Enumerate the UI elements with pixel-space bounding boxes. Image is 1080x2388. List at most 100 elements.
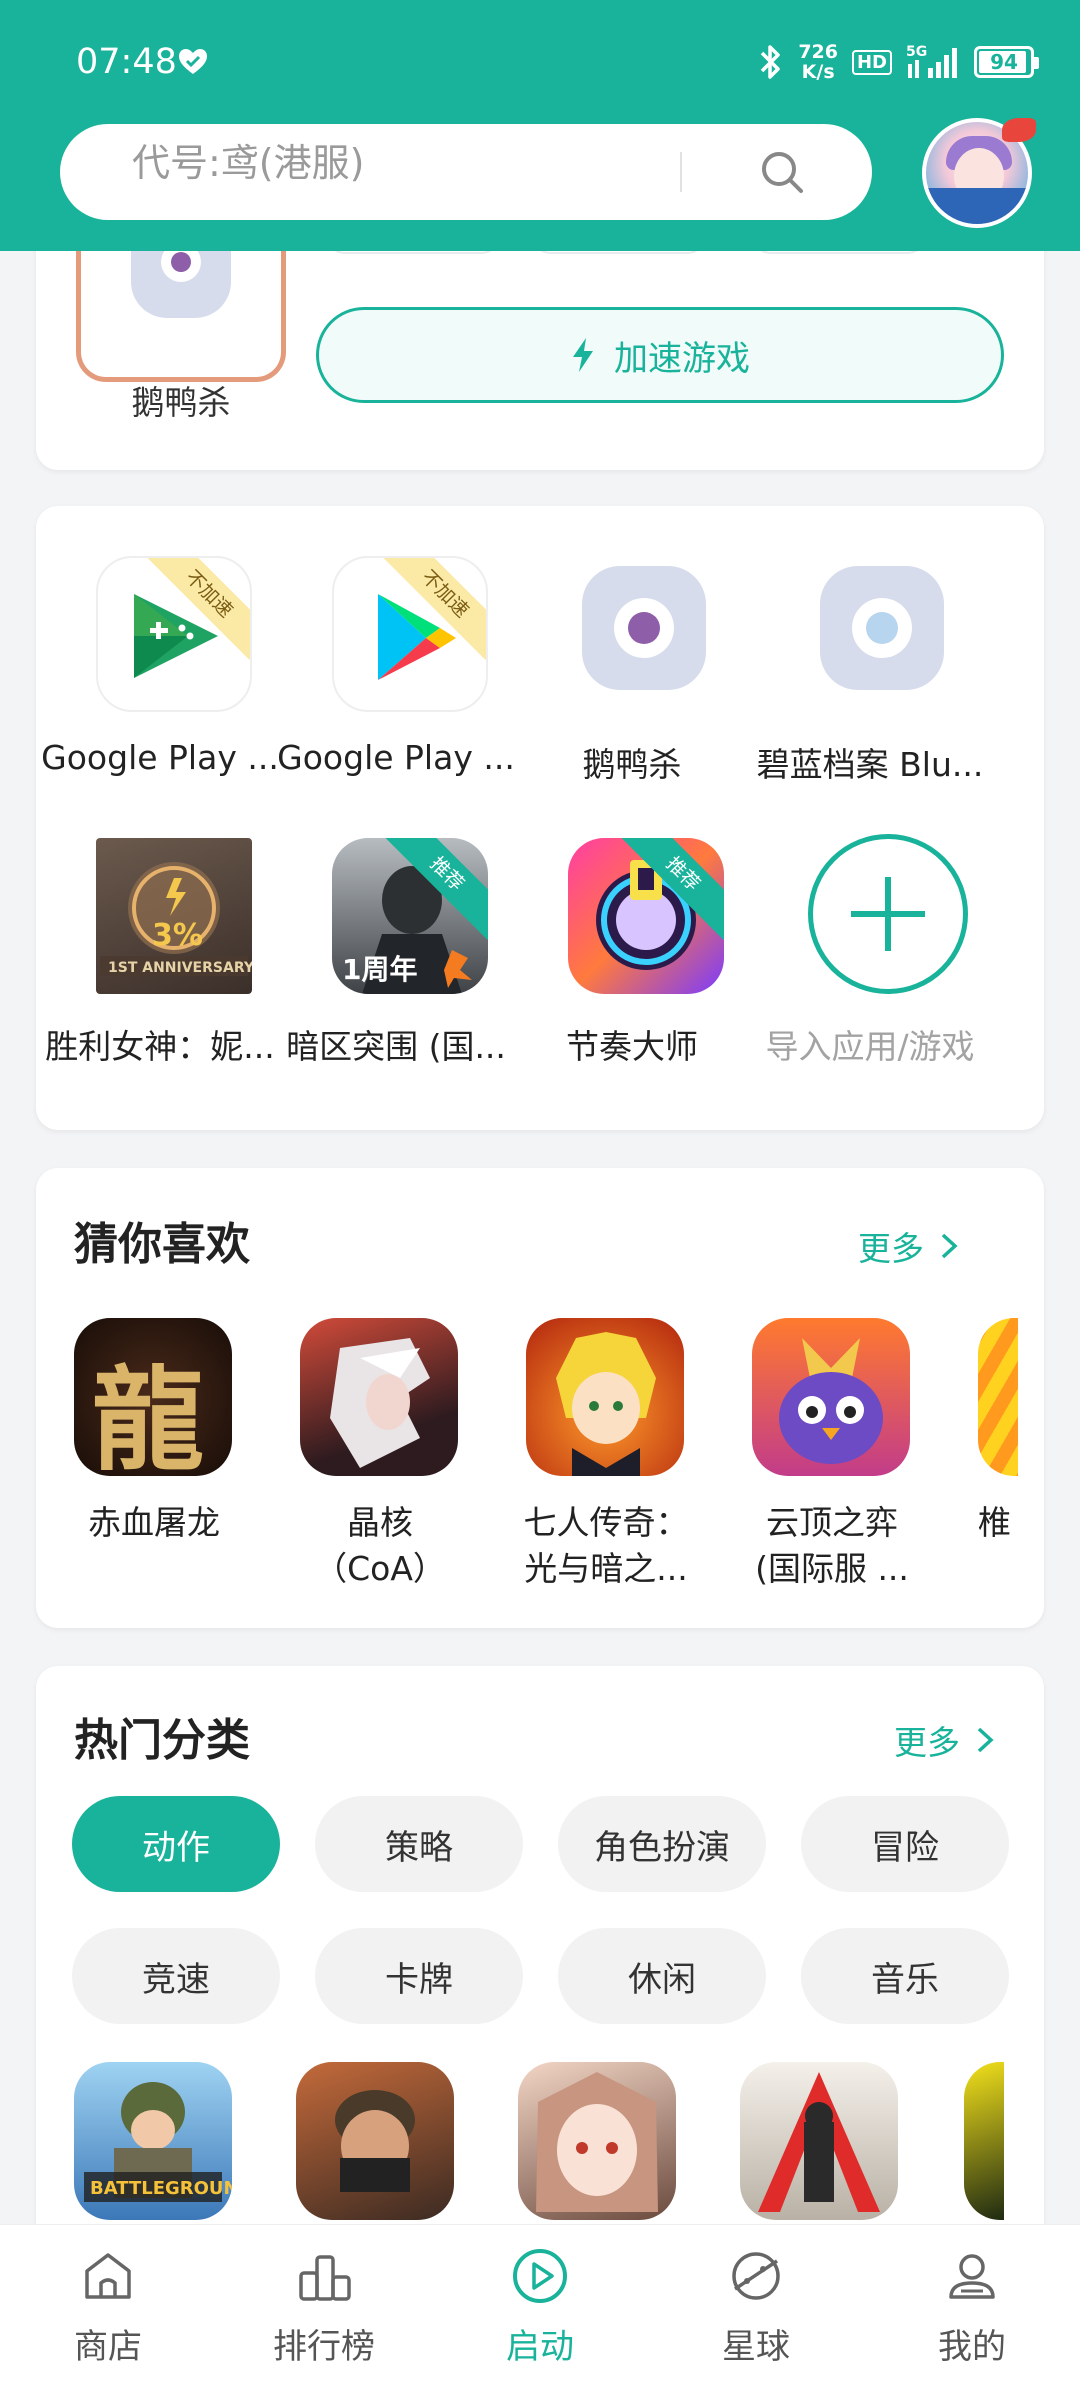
net-speed-unit: K/s xyxy=(801,61,835,83)
import-app-button[interactable]: 导入应用/游戏 xyxy=(750,788,990,1068)
pubg-mobile-icon[interactable]: BATTLEGROUNDS xyxy=(74,2062,232,2220)
battery-indicator: 94 xyxy=(974,46,1039,78)
app-item-google-play-store[interactable]: 不加速 Google Play ... xyxy=(276,506,516,786)
nav-label: 我的 xyxy=(938,2327,1006,2367)
search-placeholder: 代号:鸢(港服) xyxy=(132,141,365,185)
app-label: Google Play ... xyxy=(277,738,515,777)
tft-game-icon xyxy=(752,1318,910,1476)
search-icon[interactable] xyxy=(758,148,806,196)
app-label: 鹅鸭杀 xyxy=(582,745,682,784)
recommend-label: 赤血屠龙 xyxy=(88,1503,220,1542)
app-item-google-play-games[interactable]: 不加速 Google Play ... xyxy=(40,506,280,786)
recommend-item-partial[interactable]: 椎 xyxy=(968,1318,1028,1592)
rhythm-master-icon: 推荐 xyxy=(568,838,724,994)
shooter-game-icon[interactable] xyxy=(296,2062,454,2220)
nav-profile[interactable]: 我的 xyxy=(864,2245,1080,2385)
ranking-icon xyxy=(299,2255,351,2301)
app-label: Google Play ... xyxy=(41,738,279,777)
recommend-item[interactable]: 云顶之弈 (国际服 ... xyxy=(742,1318,922,1592)
app-item-rhythm-master[interactable]: 推荐 节奏大师 xyxy=(512,788,752,1068)
svg-text:BATTLEGROUNDS: BATTLEGROUNDS xyxy=(90,2178,232,2199)
lightning-icon xyxy=(573,338,593,372)
more-label: 更多 xyxy=(894,1723,960,1762)
status-indicators: 726 K/s HD 5G 94 xyxy=(758,38,1039,86)
search-divider xyxy=(680,152,682,192)
bottom-navigation: 商店 排行榜 启动 星球 我的 xyxy=(0,2224,1080,2388)
status-bar: 07:48 726 K/s HD 5G 94 xyxy=(0,0,1080,120)
recommend-card: 猜你喜欢 更多 龍 赤血屠龙 晶核 （CoA） 七人传奇： 光与暗之... 云顶… xyxy=(36,1168,1044,1628)
current-game-icon[interactable] xyxy=(76,232,286,382)
anime-game-icon[interactable] xyxy=(518,2062,676,2220)
net-speed-value: 726 xyxy=(798,41,838,63)
seven-deadly-sins-icon xyxy=(526,1318,684,1476)
nav-planet[interactable]: 星球 xyxy=(648,2245,864,2385)
app-item-goose-duck[interactable]: 鹅鸭杀 xyxy=(512,506,752,786)
chevron-right-icon xyxy=(977,1727,994,1753)
nav-label: 启动 xyxy=(506,2327,574,2367)
recommend-item[interactable]: 晶核 （CoA） xyxy=(290,1318,470,1592)
recommend-more-link[interactable]: 更多 xyxy=(858,1222,958,1270)
import-app-label: 导入应用/游戏 xyxy=(765,1027,975,1066)
dragon-game-icon: 龍 xyxy=(74,1318,232,1476)
strike-game-icon[interactable] xyxy=(740,2062,898,2220)
category-chip-music[interactable]: 音乐 xyxy=(801,1928,1009,2024)
nav-launch[interactable]: 启动 xyxy=(432,2245,648,2385)
add-icon xyxy=(808,834,968,994)
app-item-blue-archive[interactable]: 碧蓝档案 Blu... xyxy=(750,506,990,786)
category-chip-casual[interactable]: 休闲 xyxy=(558,1928,766,2024)
app-label: 暗区突围 (国... xyxy=(286,1027,506,1066)
nav-label: 商店 xyxy=(74,2327,142,2367)
category-chip-racing[interactable]: 竞速 xyxy=(72,1928,280,2024)
nav-label: 排行榜 xyxy=(273,2327,375,2367)
partial-category-game-icon[interactable] xyxy=(964,2062,1004,2220)
categories-title: 热门分类 xyxy=(74,1715,250,1766)
accelerate-game-button[interactable]: 加速游戏 xyxy=(316,307,1004,403)
recommend-title: 猜你喜欢 xyxy=(74,1219,250,1270)
coa-game-icon xyxy=(300,1318,458,1476)
google-play-games-icon: 不加速 xyxy=(96,556,252,712)
avatar-fish-decoration xyxy=(1002,118,1036,142)
app-label: 胜利女神：妮... xyxy=(45,1027,275,1066)
app-item-nikke[interactable]: 1ST ANNIVERSARY 3% 胜利女神：妮... xyxy=(40,788,280,1068)
signal-icon: 5G xyxy=(906,44,957,78)
category-chip-action[interactable]: 动作 xyxy=(72,1796,280,1892)
recommend-label: 椎 xyxy=(978,1503,1011,1542)
recommend-item[interactable]: 七人传奇： 光与暗之... xyxy=(516,1318,696,1592)
status-time: 07:48 xyxy=(76,42,177,82)
current-game-name: 鹅鸭杀 xyxy=(131,383,231,422)
arena-breakout-icon: 1周年 推荐 xyxy=(332,838,488,994)
anniversary-overlay: 1周年 xyxy=(342,953,418,986)
category-chip-adventure[interactable]: 冒险 xyxy=(801,1796,1009,1892)
nav-ranking[interactable]: 排行榜 xyxy=(216,2245,432,2385)
signal-label: 5G xyxy=(906,44,927,60)
more-label: 更多 xyxy=(858,1229,924,1268)
recommend-item[interactable]: 龍 赤血屠龙 xyxy=(64,1318,244,1592)
launch-icon xyxy=(513,2249,567,2303)
svg-text:1ST ANNIVERSARY: 1ST ANNIVERSARY xyxy=(108,960,252,976)
strike-artwork xyxy=(758,2072,880,2212)
top-header: 07:48 726 K/s HD 5G 94 代号:鸢(港服) xyxy=(0,0,1080,251)
recommend-label: 晶核 （CoA） xyxy=(314,1503,446,1588)
my-apps-card: 不加速 Google Play ... 不加速 Google Play ... … xyxy=(36,506,1044,1130)
category-chip-strategy[interactable]: 策略 xyxy=(315,1796,523,1892)
pubg-artwork: BATTLEGROUNDS xyxy=(84,2082,232,2202)
nikke-artwork: 1ST ANNIVERSARY xyxy=(100,862,252,976)
app-item-arena-breakout[interactable]: 1周年 推荐 暗区突围 (国... xyxy=(276,788,516,1068)
accelerate-label: 加速游戏 xyxy=(614,338,750,379)
nav-store[interactable]: 商店 xyxy=(0,2245,216,2385)
store-icon xyxy=(85,2253,131,2299)
categories-more-link[interactable]: 更多 xyxy=(894,1716,994,1764)
search-input[interactable]: 代号:鸢(港服) xyxy=(60,124,872,220)
google-play-store-icon: 不加速 xyxy=(332,556,488,712)
battery-level: 94 xyxy=(990,50,1018,74)
network-speed: 726 K/s xyxy=(798,42,838,82)
category-chip-rpg[interactable]: 角色扮演 xyxy=(558,1796,766,1892)
chevron-right-icon xyxy=(941,1233,958,1259)
avatar-wave xyxy=(926,188,1028,224)
category-chip-card[interactable]: 卡牌 xyxy=(315,1928,523,2024)
nikke-icon: 1ST ANNIVERSARY 3% xyxy=(96,838,252,994)
app-label: 节奏大师 xyxy=(566,1027,698,1066)
goose-duck-emblem xyxy=(614,598,674,658)
coa-artwork xyxy=(330,1338,430,1468)
heart-icon xyxy=(179,49,207,74)
